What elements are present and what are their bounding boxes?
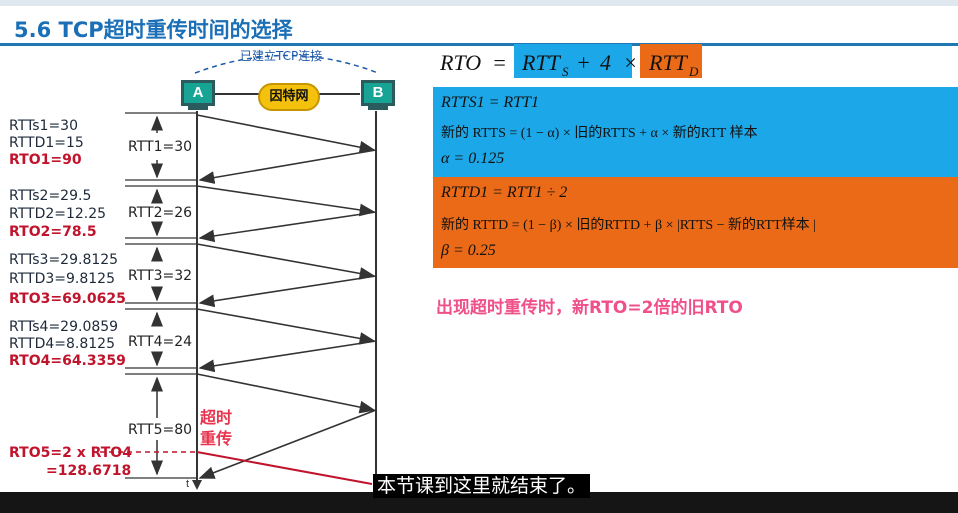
rttd-update: 新的 RTTD = (1 − β) × 旧的RTTD + β × |RTTS −… <box>441 218 816 233</box>
timeout-retransmit-label: 超时 重传 <box>200 408 233 448</box>
rttd-3: RTTD3=9.8125 <box>9 271 115 287</box>
rtt-1-label: RTT1=30 <box>128 139 193 155</box>
rtt-4-label: RTT4=24 <box>128 334 193 350</box>
timeout-note: 出现超时重传时，新RTO=2倍的旧RTO <box>436 298 743 318</box>
subtitle-caption: 本节课到这里就结束了。 <box>373 474 591 498</box>
alpha-value: α = 0.125 <box>441 150 505 167</box>
host-b-icon: B <box>361 80 395 106</box>
rttd-4: RTTD4=8.8125 <box>9 336 115 352</box>
rto-2: RTO2=78.5 <box>9 224 97 240</box>
retransmission-line <box>196 451 373 485</box>
time-axis-label: t <box>186 478 190 490</box>
rtt-2-label: RTT2=26 <box>128 205 193 221</box>
rto-1: RTO1=90 <box>9 152 82 168</box>
rtt-3-label: RTT3=32 <box>128 268 193 284</box>
rtts-2: RTTs2=29.5 <box>9 188 92 204</box>
rtts-1: RTTs1=30 <box>9 118 78 134</box>
rtts-update: 新的 RTTS = (1 − α) × 旧的RTTS + α × 新的RTT 样… <box>441 126 758 141</box>
rtts-init: RTTS1 = RTT1 <box>441 94 539 111</box>
connection-label: 已建立TCP连接 <box>240 49 323 63</box>
rttd-2: RTTD2=12.25 <box>9 206 107 222</box>
rttd-init: RTTD1 = RTT1 ÷ 2 <box>441 184 568 201</box>
rto-5: RTO5=2 x RTO4 <box>9 445 132 461</box>
rttd-1: RTTD1=15 <box>9 135 84 151</box>
rtts-3: RTTs3=29.8125 <box>9 252 119 268</box>
beta-value: β = 0.25 <box>441 242 496 259</box>
rtts-formula-panel: RTTS1 = RTT1 新的 RTTS = (1 − α) × 旧的RTTS … <box>433 87 958 177</box>
rttd-formula-panel: RTTD1 = RTT1 ÷ 2 新的 RTTD = (1 − β) × 旧的R… <box>433 177 958 268</box>
rto-4: RTO4=64.3359 <box>9 353 126 369</box>
rto-3: RTO3=69.0625 <box>9 291 126 307</box>
host-a-icon: A <box>181 80 215 106</box>
internet-cloud: 因特网 <box>258 83 320 111</box>
rto-5-value: =128.6718 <box>46 463 132 479</box>
rtt-5-label: RTT5=80 <box>128 422 193 438</box>
rtts-4: RTTs4=29.0859 <box>9 319 119 335</box>
